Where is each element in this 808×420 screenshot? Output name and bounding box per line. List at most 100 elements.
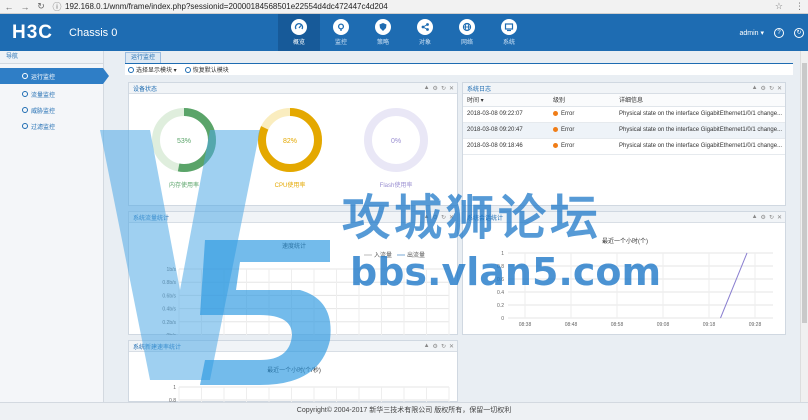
x-tick-label: 08:48 (565, 322, 578, 328)
refresh-icon[interactable]: ↻ (441, 343, 446, 350)
refresh-icon[interactable]: ↻ (441, 85, 446, 92)
help-icon[interactable]: ? (774, 27, 784, 38)
restore-modules-button[interactable]: 恢复默认模块 (184, 65, 229, 74)
watermark-url: bbs.vlan5.com (350, 250, 662, 294)
table-row[interactable]: 2018-03-08 09:22:07 Error Physical state o… (463, 106, 785, 123)
log-detail: Physical state on the interface GigabitE… (615, 122, 785, 139)
nav-overview[interactable]: 概览 (278, 14, 320, 51)
panel-controls: ▲ ⚙ ↻ ✕ (752, 214, 785, 221)
log-level: Error (549, 122, 615, 139)
y-tick-label: 1b/s (167, 267, 177, 273)
forward-icon[interactable]: → (20, 2, 30, 12)
reload-icon[interactable]: ↻ (36, 1, 46, 12)
overview-icon (291, 19, 307, 35)
device-name: Chassis 0 (69, 26, 118, 39)
settings-icon[interactable]: ⚙ (433, 343, 438, 350)
log-time: 2018-03-08 09:18:46 (463, 138, 549, 155)
column-detail[interactable]: 详细信息 (615, 94, 785, 107)
x-tick-label: 09:08 (657, 322, 670, 328)
nav-network[interactable]: 网络 (446, 14, 488, 51)
settings-icon[interactable]: ⚙ (761, 85, 766, 92)
sidebar-item-label: 流量监控 (31, 92, 56, 99)
column-time[interactable]: 时间 ▾ (463, 94, 549, 107)
pin-icon[interactable]: ▲ (424, 85, 430, 92)
sidebar-item-running-monitor[interactable]: 运行监控 (0, 68, 109, 84)
y-tick-label: 0b/s (167, 333, 177, 335)
logout-icon[interactable]: ↻ (794, 27, 804, 38)
h3c-logo: H3C (12, 21, 54, 43)
pin-icon[interactable]: ▲ (752, 214, 758, 221)
log-time: 2018-03-08 09:20:47 (463, 122, 549, 139)
chevron-down-icon: ▾ (760, 29, 764, 37)
chart-title: 速度统计 (282, 242, 306, 250)
close-icon[interactable]: ✕ (777, 214, 782, 221)
gauge-label: 内存使用率 (168, 183, 199, 189)
settings-icon[interactable]: ⚙ (761, 214, 766, 221)
browser-toolbar: ← → ↻ ⓘ 192.168.0.1/wnm/frame/index.php?… (0, 0, 808, 14)
log-time: 2018-03-08 09:22:07 (463, 106, 549, 123)
location-pin-icon (22, 123, 28, 129)
chart-title: 最近一个小时(个/秒) (267, 366, 321, 374)
address-bar[interactable]: ⓘ 192.168.0.1/wnm/frame/index.php?sessio… (52, 2, 769, 12)
table-row[interactable]: 2018-03-08 09:20:47 Error Physical state o… (463, 122, 785, 139)
new-session-rate-panel: 系统新建速率统计 ▲ ⚙ ↻ ✕ 最近一个小时(个/秒) 1 0.8 (128, 340, 458, 404)
header-right: admin ▾ ? ↻ (739, 14, 804, 51)
y-tick-label: 0.2b/s (162, 320, 176, 326)
nav-object[interactable]: 对象 (404, 14, 446, 51)
y-tick-label: 1 (173, 385, 176, 391)
table-header-row: 时间 ▾ 级别 详细信息 (463, 94, 785, 107)
close-icon[interactable]: ✕ (449, 343, 454, 350)
page-scrollbar[interactable] (800, 51, 808, 402)
refresh-icon (184, 67, 191, 74)
nav-monitor[interactable]: 监控 (320, 14, 362, 51)
nav-network-label: 网络 (460, 40, 473, 46)
nav-overview-label: 概览 (292, 40, 305, 46)
watermark-title: 攻城狮论坛 (342, 190, 603, 246)
y-tick-label: 0.8b/s (162, 280, 176, 286)
tab-bar: 运行监控 (125, 51, 793, 64)
panel-controls: ▲ ⚙ ↻ ✕ (424, 343, 457, 350)
nav-monitor-label: 监控 (334, 40, 347, 46)
location-pin-icon (22, 91, 28, 97)
policy-icon (375, 19, 391, 35)
scroll-thumb[interactable] (802, 63, 807, 323)
nav-system[interactable]: 系统 (488, 14, 530, 51)
select-modules-label: 选择显示模块 (136, 68, 173, 74)
sidebar-item-traffic-monitor[interactable]: 流量监控 (0, 86, 103, 102)
x-tick-label: 08:58 (611, 322, 624, 328)
bookmark-star-icon[interactable]: ☆ (775, 1, 783, 12)
back-icon[interactable]: ← (4, 2, 14, 12)
panel-controls: ▲ ⚙ ↻ ✕ (424, 85, 457, 92)
close-icon[interactable]: ✕ (449, 85, 454, 92)
username: admin (739, 29, 759, 37)
refresh-icon[interactable]: ↻ (769, 85, 774, 92)
sidebar-item-threat-monitor[interactable]: 威胁监控 (0, 102, 103, 118)
nav-object-label: 对象 (418, 40, 431, 46)
gauge-label: CPU使用率 (274, 183, 306, 189)
pin-icon[interactable]: ▲ (424, 343, 430, 350)
x-tick-label: 09:28 (749, 322, 762, 328)
donut-chart: 82% (258, 108, 322, 172)
panel-title: 系统流量统计 (133, 215, 170, 222)
select-modules-button[interactable]: 选择显示模块 ▾ (128, 65, 177, 74)
browser-menu-icon[interactable]: ⋮ (795, 1, 804, 12)
refresh-icon[interactable]: ↻ (769, 214, 774, 221)
y-tick-label: 0.2 (497, 303, 504, 309)
location-pin-icon (22, 107, 28, 113)
left-sidebar: 导航 运行监控 流量监控 威胁监控 过滤监控 (0, 51, 109, 420)
gauge-0: 53% 内存使用率 (149, 105, 219, 189)
sidebar-item-filter-monitor[interactable]: 过滤监控 (0, 118, 103, 134)
panel-title: 设备状态 (133, 86, 158, 93)
close-icon[interactable]: ✕ (777, 85, 782, 92)
table-row[interactable]: 2018-03-08 09:18:46 Error Physical state o… (463, 138, 785, 155)
user-menu[interactable]: admin ▾ (739, 29, 764, 37)
error-dot-icon (553, 110, 558, 116)
nav-system-label: 系统 (502, 40, 515, 46)
log-detail: Physical state on the interface GigabitE… (615, 138, 785, 155)
pin-icon[interactable]: ▲ (752, 85, 758, 92)
nav-policy[interactable]: 策略 (362, 14, 404, 51)
settings-icon[interactable]: ⚙ (433, 85, 438, 92)
tab-running-monitor[interactable]: 运行监控 (125, 52, 162, 63)
system-icon (501, 19, 517, 35)
column-level[interactable]: 级别 (549, 94, 615, 107)
